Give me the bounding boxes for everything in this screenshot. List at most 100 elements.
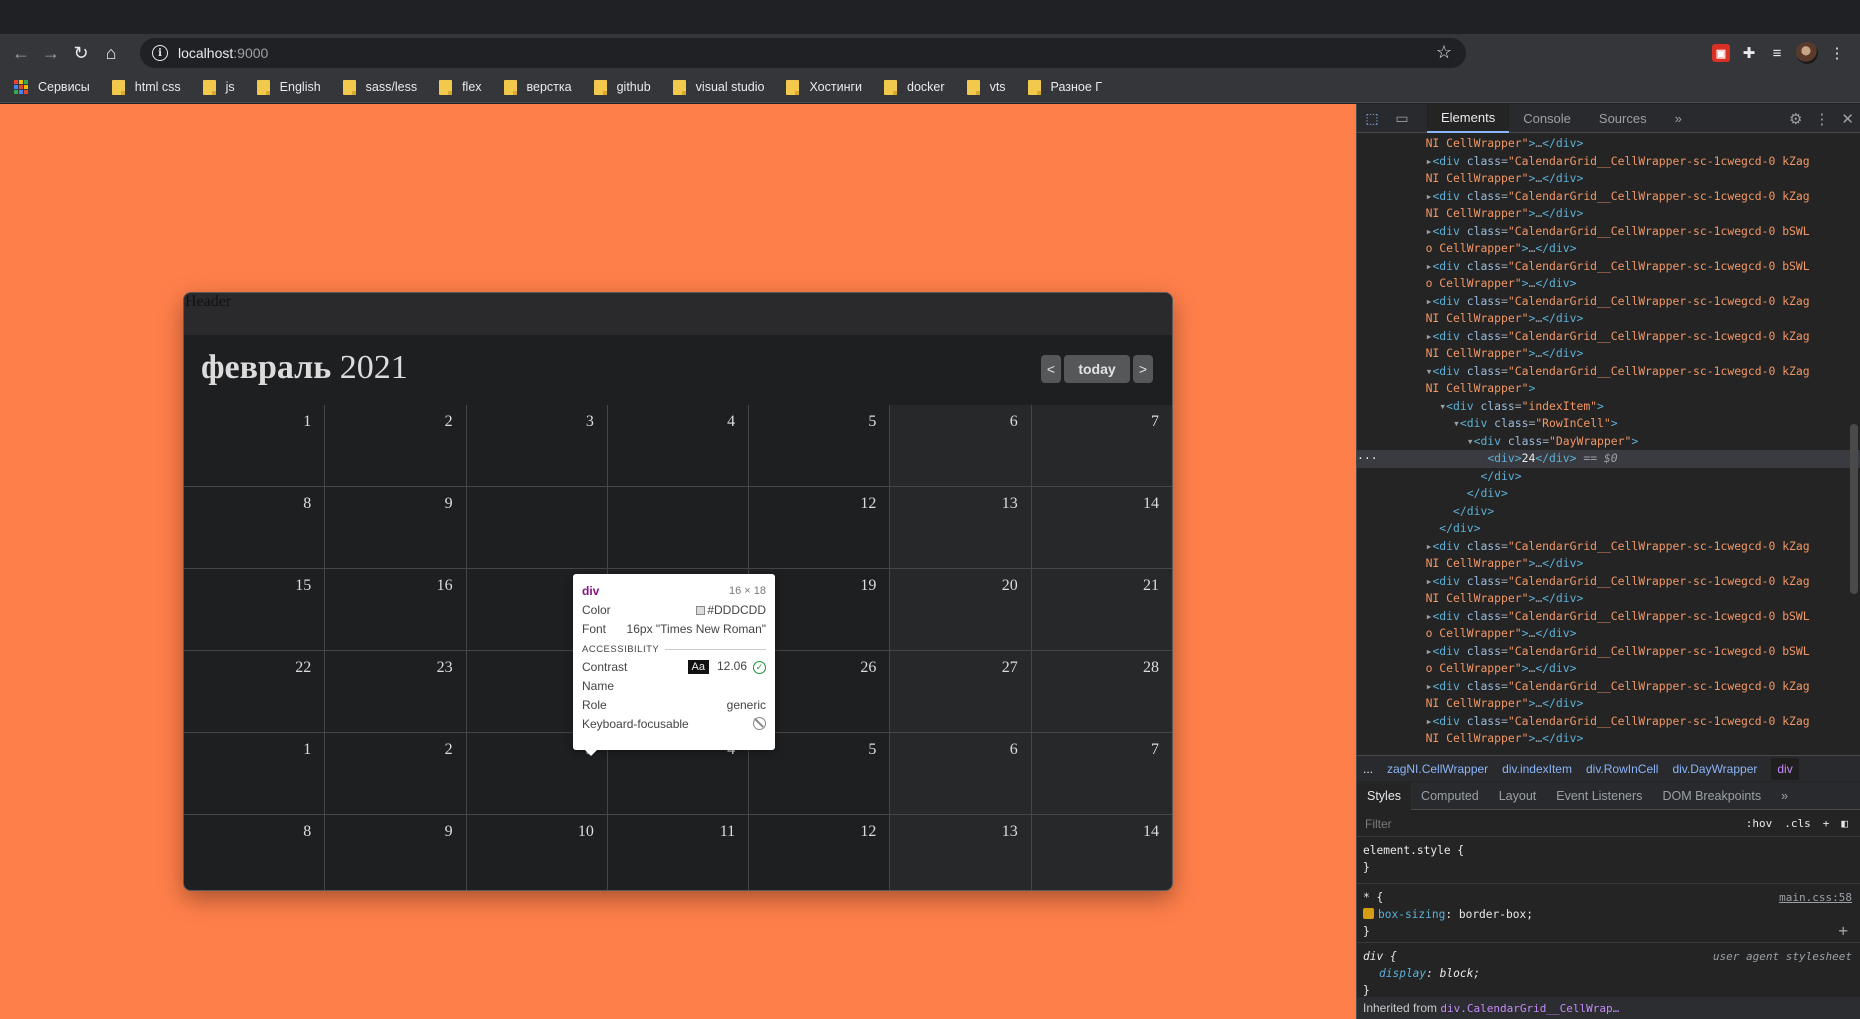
bookmark-folder[interactable]: English [256, 79, 321, 95]
calendar-cell[interactable]: 13 [890, 815, 1031, 890]
calendar-cell[interactable]: 22 [184, 651, 325, 732]
calendar-cell[interactable]: 10 [466, 487, 607, 568]
inspect-element-icon[interactable]: ⬚ [1357, 104, 1387, 133]
dom-node-line[interactable]: ··· <div>24</div> == $0 [1357, 450, 1860, 468]
element-style-selector[interactable]: element.style { [1363, 842, 1854, 859]
calendar-cell[interactable]: 14 [1031, 487, 1172, 568]
calendar-cell[interactable]: 27 [890, 651, 1031, 732]
dom-node-line[interactable]: NI CellWrapper">…</div> [1357, 345, 1860, 363]
tab-console[interactable]: Console [1509, 104, 1585, 133]
calendar-cell[interactable]: 23 [325, 651, 466, 732]
tab-sources[interactable]: Sources [1585, 104, 1661, 133]
dom-node-line[interactable]: ▸<div class="CalendarGrid__CellWrapper-s… [1357, 713, 1860, 731]
dom-node-line[interactable]: o CellWrapper">…</div> [1357, 240, 1860, 258]
devtools-menu-icon[interactable]: ⋮ [1814, 110, 1829, 128]
calendar-cell[interactable]: 15 [184, 569, 325, 650]
dom-node-line[interactable]: ▸<div class="CalendarGrid__CellWrapper-s… [1357, 293, 1860, 311]
calendar-cell[interactable]: 1 [184, 405, 325, 486]
reload-icon[interactable]: ↻ [66, 38, 96, 68]
settings-gear-icon[interactable]: ⚙ [1789, 110, 1802, 128]
calendar-cell[interactable]: 13 [890, 487, 1031, 568]
styles-tab[interactable]: Layout [1489, 782, 1547, 810]
dom-node-line[interactable]: o CellWrapper">…</div> [1357, 275, 1860, 293]
calendar-cell[interactable]: 3 [466, 405, 607, 486]
more-tabs-icon[interactable]: » [1661, 104, 1696, 133]
css-property[interactable]: box-sizing [1378, 908, 1445, 921]
toggle-sidebar-icon[interactable]: ◧ [1841, 817, 1848, 830]
dom-node-line[interactable]: ▸<div class="CalendarGrid__CellWrapper-s… [1357, 188, 1860, 206]
dom-node-line[interactable]: ▸<div class="CalendarGrid__CellWrapper-s… [1357, 608, 1860, 626]
bookmark-folder[interactable]: docker [884, 79, 945, 95]
bookmark-folder[interactable]: html css [111, 79, 181, 95]
back-icon[interactable]: ← [6, 38, 36, 68]
dom-scrollbar[interactable] [1850, 424, 1858, 594]
calendar-cell[interactable]: 8 [184, 815, 325, 890]
extensions-puzzle-icon[interactable]: ✚ [1740, 44, 1758, 62]
dom-node-line[interactable]: o CellWrapper">…</div> [1357, 625, 1860, 643]
calendar-cell[interactable]: 20 [890, 569, 1031, 650]
styles-tab[interactable]: DOM Breakpoints [1652, 782, 1771, 810]
calendar-cell[interactable]: 7 [1031, 405, 1172, 486]
bookmark-folder[interactable]: github [593, 79, 651, 95]
dom-node-line[interactable]: NI CellWrapper"> [1357, 380, 1860, 398]
dom-node-line[interactable]: NI CellWrapper">…</div> [1357, 310, 1860, 328]
dom-node-line[interactable]: NI CellWrapper">…</div> [1357, 695, 1860, 713]
dom-node-line[interactable]: ▸<div class="CalendarGrid__CellWrapper-s… [1357, 643, 1860, 661]
dom-node-line[interactable]: NI CellWrapper">…</div> [1357, 170, 1860, 188]
styles-tab[interactable]: Event Listeners [1546, 782, 1652, 810]
dom-node-line[interactable]: </div> [1357, 485, 1860, 503]
dom-node-line[interactable]: NI CellWrapper">…</div> [1357, 205, 1860, 223]
bookmark-folder[interactable]: visual studio [672, 79, 764, 95]
css-value[interactable]: border-box; [1459, 908, 1533, 921]
breadcrumb-item[interactable]: div.RowInCell [1586, 762, 1658, 776]
calendar-cell[interactable]: 11 [607, 815, 749, 890]
dom-node-line[interactable]: ▾<div class="RowInCell"> [1357, 415, 1860, 433]
dom-node-line[interactable]: ▸<div class="CalendarGrid__CellWrapper-s… [1357, 538, 1860, 556]
breadcrumb-item[interactable]: zagNI.CellWrapper [1387, 762, 1488, 776]
bookmark-folder[interactable]: Хостинги [786, 79, 862, 95]
calendar-cell[interactable]: 12 [749, 487, 890, 568]
inherited-link[interactable]: div.CalendarGrid__CellWrap… [1440, 1002, 1619, 1015]
calendar-cell[interactable]: 9 [325, 487, 466, 568]
calendar-cell[interactable]: 11 [607, 487, 749, 568]
calendar-cell[interactable]: 14 [1031, 815, 1172, 890]
calendar-cell[interactable]: 2 [325, 733, 466, 814]
calendar-cell[interactable]: 4 [607, 405, 749, 486]
bookmark-folder[interactable]: flex [439, 79, 482, 95]
dom-node-line[interactable]: o CellWrapper">…</div> [1357, 660, 1860, 678]
calendar-cell[interactable]: 16 [325, 569, 466, 650]
calendar-cell[interactable]: 6 [890, 405, 1031, 486]
dom-node-line[interactable]: ▸<div class="CalendarGrid__CellWrapper-s… [1357, 223, 1860, 241]
dom-node-line[interactable]: NI CellWrapper">…</div> [1357, 590, 1860, 608]
prev-month-button[interactable]: < [1041, 355, 1061, 383]
property-checkbox[interactable] [1363, 908, 1374, 919]
new-rule-icon[interactable]: + [1823, 817, 1830, 830]
styles-tab[interactable]: Computed [1411, 782, 1489, 810]
dom-node-line[interactable]: </div> [1357, 520, 1860, 538]
today-button[interactable]: today [1064, 355, 1130, 383]
menu-kebab-icon[interactable]: ⋮ [1828, 44, 1846, 62]
next-month-button[interactable]: > [1133, 355, 1153, 383]
bookmark-folder[interactable]: sass/less [342, 79, 417, 95]
calendar-cell[interactable]: 2 [325, 405, 466, 486]
breadcrumb-item[interactable]: ... [1363, 762, 1373, 776]
css-source-link[interactable]: main.css:58 [1779, 889, 1852, 906]
dom-node-line[interactable]: NI CellWrapper">…</div> [1357, 730, 1860, 748]
dom-node-line[interactable]: </div> [1357, 468, 1860, 486]
dom-node-line[interactable]: ▸<div class="CalendarGrid__CellWrapper-s… [1357, 258, 1860, 276]
dom-node-line[interactable]: ▸<div class="CalendarGrid__CellWrapper-s… [1357, 678, 1860, 696]
dom-node-line[interactable]: </div> [1357, 503, 1860, 521]
bookmark-folder[interactable]: js [202, 79, 235, 95]
dom-node-line[interactable]: NI CellWrapper">…</div> [1357, 555, 1860, 573]
extension-red-icon[interactable]: ▣ [1712, 44, 1730, 62]
close-devtools-icon[interactable]: ✕ [1841, 110, 1854, 128]
bookmark-apps[interactable]: Сервисы [14, 80, 90, 94]
calendar-cell[interactable]: 9 [325, 815, 466, 890]
calendar-cell[interactable]: 21 [1031, 569, 1172, 650]
bookmark-folder[interactable]: vts [966, 79, 1006, 95]
hov-toggle[interactable]: :hov [1746, 817, 1773, 830]
calendar-cell[interactable]: 12 [749, 815, 890, 890]
address-bar[interactable]: i localhost:9000 ☆ [140, 38, 1466, 68]
dom-node-line[interactable]: ▸<div class="CalendarGrid__CellWrapper-s… [1357, 153, 1860, 171]
bookmark-folder[interactable]: Разное Г [1027, 79, 1102, 95]
